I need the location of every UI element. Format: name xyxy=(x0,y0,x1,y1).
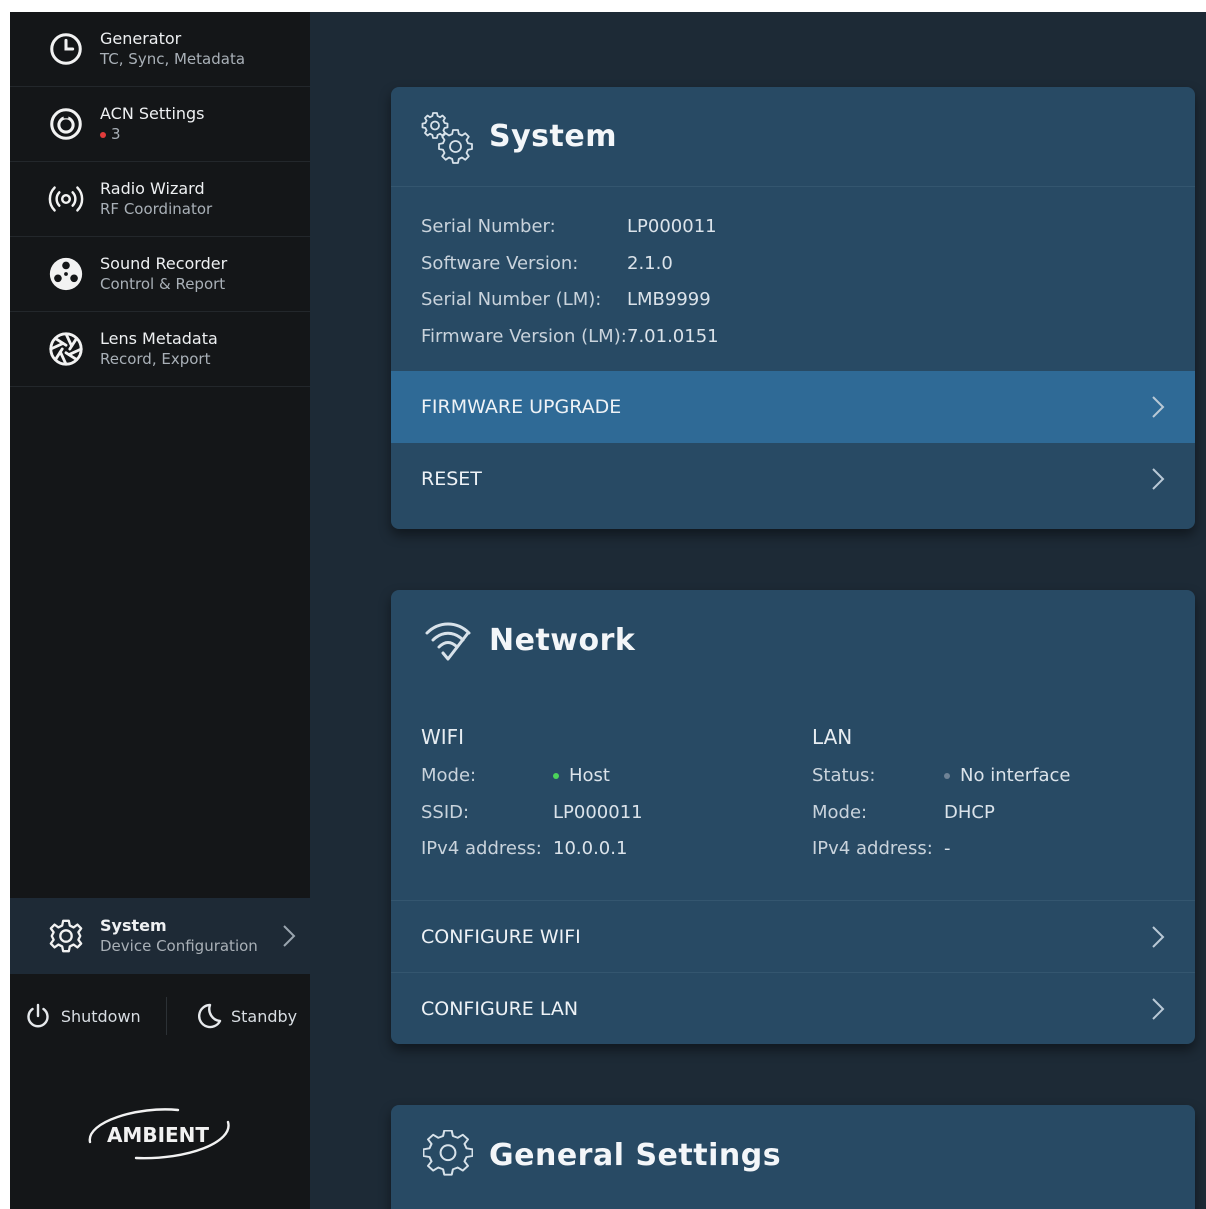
wifi-icon xyxy=(421,613,475,667)
gears-icon xyxy=(421,110,475,164)
lan-ipv4-value: - xyxy=(944,838,951,859)
network-card-title: Network xyxy=(489,622,636,658)
wifi-mode-row: Mode: Host xyxy=(421,765,610,786)
network-info: WIFI Mode: Host SSID: LP000011 IPv4 addres… xyxy=(391,690,1195,900)
sidebar-item-lens-metadata[interactable]: Lens Metadata Record, Export xyxy=(10,312,310,387)
app-window: Generator TC, Sync, Metadata ACN Setting… xyxy=(10,12,1206,1209)
wifi-ipv4-value: 10.0.0.1 xyxy=(553,838,628,859)
firmware-upgrade-label: FIRMWARE UPGRADE xyxy=(421,396,622,418)
sidebar-item-subtitle: Record, Export xyxy=(100,350,211,368)
lan-status-value: No interface xyxy=(960,765,1071,786)
gear-icon xyxy=(46,916,86,956)
moon-icon xyxy=(198,1003,222,1029)
firmware-upgrade-button[interactable]: FIRMWARE UPGRADE xyxy=(391,371,1195,443)
reset-button[interactable]: RESET xyxy=(391,443,1195,515)
wifi-ssid-row: SSID: LP000011 xyxy=(421,801,643,823)
sidebar-item-subtitle: RF Coordinator xyxy=(100,200,213,218)
network-card: Network WIFI Mode: Host SSID: LP000011 IPv… xyxy=(391,590,1195,1044)
ambient-logo: AMBIENT xyxy=(78,1098,238,1170)
lan-mode-value: DHCP xyxy=(944,801,995,823)
sidebar-item-title: Generator xyxy=(100,29,182,48)
power-icon xyxy=(27,1003,49,1028)
shutdown-button[interactable]: Shutdown xyxy=(23,1001,141,1031)
general-settings-header: General Settings xyxy=(391,1105,1195,1205)
general-settings-card: General Settings xyxy=(391,1105,1195,1209)
firmware-version-lm-value: 7.01.0151 xyxy=(627,325,719,347)
network-card-header: Network xyxy=(391,590,1195,690)
alert-dot-icon xyxy=(100,131,106,138)
info-row-software-version: Software Version: 2.1.0 xyxy=(421,252,673,274)
serial-number-value: LP000011 xyxy=(627,216,717,237)
sidebar: Generator TC, Sync, Metadata ACN Setting… xyxy=(10,12,310,1209)
lan-ipv4-row: IPv4 address: - xyxy=(812,838,951,859)
wifi-ssid-value: LP000011 xyxy=(553,801,643,823)
system-card-title: System xyxy=(489,119,617,154)
configure-lan-button[interactable]: CONFIGURE LAN xyxy=(391,972,1195,1044)
info-row-firmware-version-lm: Firmware Version (LM):7.01.0151 xyxy=(421,325,719,347)
lan-section: LAN Status: No interface Mode: DHCP IPv4 a… xyxy=(812,716,1172,868)
sidebar-item-subtitle: Control & Report xyxy=(100,275,226,293)
sidebar-item-acn-settings[interactable]: ACN Settings 3 xyxy=(10,87,310,162)
software-version-value: 2.1.0 xyxy=(627,252,673,274)
sidebar-item-subtitle: TC, Sync, Metadata xyxy=(100,50,246,68)
power-controls: Shutdown Standby xyxy=(10,974,310,1058)
sidebar-item-sound-recorder[interactable]: Sound Recorder Control & Report xyxy=(10,237,310,312)
wifi-mode-value: Host xyxy=(569,765,610,786)
system-card-header: System xyxy=(391,87,1195,187)
clock-icon xyxy=(46,29,86,69)
chevron-right-icon xyxy=(1152,925,1165,948)
aperture-icon xyxy=(46,329,86,369)
info-row-serial-number-lm: Serial Number (LM): LMB9999 xyxy=(421,289,711,310)
system-card: System Serial Number: LP000011 Software V… xyxy=(391,87,1195,529)
wifi-ipv4-row: IPv4 address: 10.0.0.1 xyxy=(421,838,628,859)
gear-icon xyxy=(421,1128,475,1182)
radio-waves-icon xyxy=(46,179,86,219)
sidebar-item-title: Lens Metadata xyxy=(100,329,218,348)
lan-status-row: Status: No interface xyxy=(812,765,1071,786)
divider xyxy=(166,997,168,1035)
lan-mode-row: Mode: DHCP xyxy=(812,801,995,823)
sidebar-item-subtitle: Device Configuration xyxy=(100,937,258,955)
sidebar-item-title: ACN Settings xyxy=(100,104,205,123)
chevron-right-icon xyxy=(1152,997,1165,1020)
serial-number-lm-value: LMB9999 xyxy=(627,289,711,310)
configure-wifi-button[interactable]: CONFIGURE WIFI xyxy=(391,900,1195,972)
wifi-section: WIFI Mode: Host SSID: LP000011 IPv4 addres… xyxy=(421,716,781,868)
general-settings-title: General Settings xyxy=(489,1137,782,1173)
chevron-right-icon xyxy=(283,925,296,947)
reset-label: RESET xyxy=(421,468,482,490)
sidebar-item-generator[interactable]: Generator TC, Sync, Metadata xyxy=(10,12,310,87)
configure-wifi-label: CONFIGURE WIFI xyxy=(421,925,581,948)
configure-lan-label: CONFIGURE LAN xyxy=(421,997,579,1020)
wifi-title: WIFI xyxy=(421,725,465,749)
status-idle-dot-icon xyxy=(944,773,950,779)
chevron-right-icon xyxy=(1152,396,1165,418)
logo-text: AMBIENT xyxy=(107,1123,209,1147)
sidebar-item-radio-wizard[interactable]: Radio Wizard RF Coordinator xyxy=(10,162,310,237)
standby-label: Standby xyxy=(230,1006,298,1026)
alert-count: 3 xyxy=(111,125,121,143)
acn-ring-icon xyxy=(46,104,86,144)
system-info: Serial Number: LP000011 Software Version:… xyxy=(391,187,1195,371)
standby-button[interactable]: Standby xyxy=(193,1001,297,1031)
sidebar-item-title: Sound Recorder xyxy=(100,254,228,273)
chevron-right-icon xyxy=(1152,468,1165,490)
lan-title: LAN xyxy=(812,725,853,749)
sidebar-item-title: System xyxy=(100,916,167,935)
reel-icon xyxy=(46,254,86,294)
sidebar-item-title: Radio Wizard xyxy=(100,179,205,198)
shutdown-label: Shutdown xyxy=(60,1006,141,1026)
sidebar-item-system[interactable]: System Device Configuration xyxy=(10,898,310,974)
info-row-serial-number: Serial Number: LP000011 xyxy=(421,216,717,237)
status-ok-dot-icon xyxy=(553,773,559,779)
